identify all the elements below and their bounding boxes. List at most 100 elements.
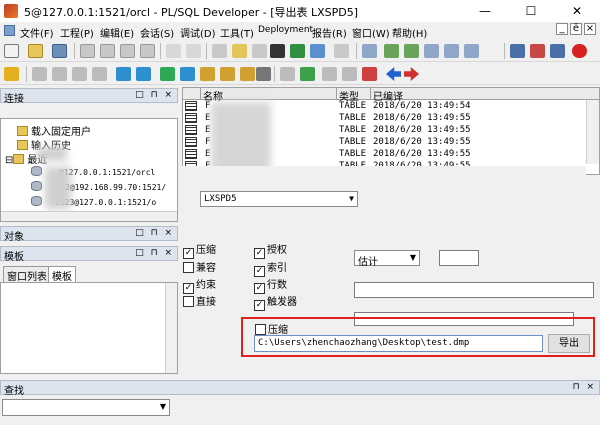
cascade-icon[interactable] — [550, 44, 565, 58]
oracle-icon[interactable] — [572, 44, 587, 58]
menu-window[interactable]: 窗口(W) — [352, 25, 390, 40]
outdent-icon[interactable] — [334, 44, 349, 58]
checkbox-checked[interactable]: ✓ — [183, 248, 194, 259]
search-input[interactable]: ▼ — [2, 399, 170, 416]
mdi-minimize-button[interactable]: _ — [556, 23, 568, 35]
option-direct[interactable]: 直接 — [183, 293, 216, 308]
key-icon[interactable] — [4, 67, 19, 81]
menu-edit[interactable]: 编辑(E) — [100, 25, 134, 40]
templates-scrollbar[interactable] — [165, 283, 177, 373]
copy-icon[interactable] — [232, 44, 247, 58]
query-icon[interactable] — [342, 67, 357, 81]
mdi-restore-button[interactable]: ē — [570, 23, 582, 35]
menu-reports[interactable]: 报告(R) — [312, 25, 347, 40]
run-icon[interactable] — [116, 67, 131, 81]
menu-project[interactable]: 工程(P) — [60, 25, 94, 40]
close-doc-icon[interactable] — [120, 44, 135, 58]
mdi-close-button[interactable]: × — [584, 23, 596, 35]
debug-step-icon[interactable] — [180, 67, 195, 81]
buffer-size-input[interactable] — [439, 250, 479, 266]
uncomment-icon[interactable] — [404, 44, 419, 58]
save-all-icon[interactable] — [80, 44, 95, 58]
option-rows[interactable]: ✓ 行数 — [254, 276, 287, 294]
undo-icon[interactable] — [166, 44, 181, 58]
tab-window-list[interactable]: 窗口列表 — [3, 266, 51, 283]
refresh-icon[interactable] — [362, 67, 377, 81]
minimize-button[interactable]: — — [462, 0, 508, 22]
rollback-icon[interactable] — [92, 67, 107, 81]
execute-icon[interactable] — [32, 67, 47, 81]
uppercase-icon[interactable] — [424, 44, 439, 58]
menu-debug[interactable]: 调试(D) — [180, 25, 216, 40]
objects-panel-buttons[interactable]: □ ⊓ × — [135, 228, 174, 238]
comment-icon[interactable] — [384, 44, 399, 58]
print-icon[interactable] — [100, 44, 115, 58]
option-indexes[interactable]: ✓ 索引 — [254, 259, 287, 277]
search-panel-buttons[interactable]: ⊓ × — [573, 382, 596, 392]
tree-expander[interactable]: ⊟ — [5, 155, 13, 166]
connection-panel-buttons[interactable]: □ ⊓ × — [135, 90, 174, 100]
column-header-name[interactable]: 名称 — [201, 88, 337, 103]
user-select[interactable]: LXSPD5 ▼ — [200, 191, 358, 207]
connection-tree[interactable]: 载入固定用户 输入历史 ⊟最近 @127.0.0.1:1521/orcl 2@1… — [0, 118, 178, 222]
close-button[interactable]: ✕ — [554, 0, 600, 22]
menu-tools[interactable]: 工具(T) — [220, 25, 254, 40]
tile-icon[interactable] — [530, 44, 545, 58]
menu-help[interactable]: 帮助(H) — [392, 25, 427, 40]
option-compress-output[interactable]: 压缩 — [255, 321, 290, 336]
column-header-compiled[interactable]: 已编译 — [371, 88, 599, 103]
new-icon[interactable] — [4, 44, 19, 58]
wrench-icon[interactable] — [256, 67, 271, 81]
recompile-icon[interactable] — [220, 67, 235, 81]
maximize-button[interactable]: ☐ — [508, 0, 554, 22]
checkbox-unchecked[interactable] — [255, 324, 266, 335]
lock-icon[interactable] — [240, 67, 255, 81]
redo-icon[interactable] — [186, 44, 201, 58]
arrow-right-icon[interactable] — [386, 67, 401, 81]
menu-file[interactable]: 文件(F) — [20, 25, 54, 40]
option-compress[interactable]: ✓ 压缩 — [183, 241, 216, 259]
statistics-select[interactable]: 估计 ▼ — [354, 250, 420, 268]
option-constraints[interactable]: ✓ 约束 — [183, 276, 216, 294]
menu-deployment[interactable]: Deployment — [258, 25, 313, 35]
checkbox-checked[interactable]: ✓ — [254, 300, 265, 311]
menu-session[interactable]: 会话(S) — [140, 25, 174, 40]
plan-icon[interactable] — [280, 67, 295, 81]
import-icon[interactable] — [322, 67, 337, 81]
arrow-left-icon[interactable] — [404, 67, 419, 81]
export-button[interactable]: 导出 — [548, 334, 590, 353]
sort-icon[interactable] — [464, 44, 479, 58]
column-header-type[interactable]: 类型 — [337, 88, 371, 103]
option-grants[interactable]: ✓ 授权 — [254, 241, 287, 259]
checkbox-unchecked[interactable] — [183, 296, 194, 307]
indent-icon[interactable] — [310, 44, 325, 58]
open-icon[interactable] — [28, 44, 43, 58]
step-icon[interactable] — [136, 67, 151, 81]
replace-icon[interactable] — [290, 44, 305, 58]
lowercase-icon[interactable] — [444, 44, 459, 58]
parfile-input[interactable] — [354, 282, 594, 298]
break-icon[interactable] — [52, 67, 67, 81]
compile-icon[interactable] — [200, 67, 215, 81]
tree-scrollbar[interactable] — [1, 211, 177, 221]
output-path-input[interactable]: C:\Users\zhenchaozhang\Desktop\test.dmp — [254, 335, 543, 352]
format-icon[interactable] — [362, 44, 377, 58]
option-triggers[interactable]: ✓ 触发器 — [254, 293, 297, 311]
cut-icon[interactable] — [212, 44, 227, 58]
checkbox-checked[interactable]: ✓ — [254, 248, 265, 259]
save-icon[interactable] — [52, 44, 67, 58]
commit-icon[interactable] — [72, 67, 87, 81]
export-icon[interactable] — [300, 67, 315, 81]
checkbox-unchecked[interactable] — [183, 262, 194, 273]
tree-item[interactable]: 载入固定用户 — [17, 123, 91, 138]
templates-panel-buttons[interactable]: □ ⊓ × — [135, 248, 174, 258]
templates-area[interactable] — [0, 282, 178, 374]
paste-icon[interactable] — [252, 44, 267, 58]
find-icon[interactable] — [270, 44, 285, 58]
print-preview-icon[interactable] — [140, 44, 155, 58]
table-vertical-scrollbar[interactable] — [586, 100, 599, 164]
table-horizontal-scrollbar[interactable] — [182, 166, 586, 175]
debug-run-icon[interactable] — [160, 67, 175, 81]
option-compatible[interactable]: 兼容 — [183, 259, 216, 274]
window-list-icon[interactable] — [510, 44, 525, 58]
